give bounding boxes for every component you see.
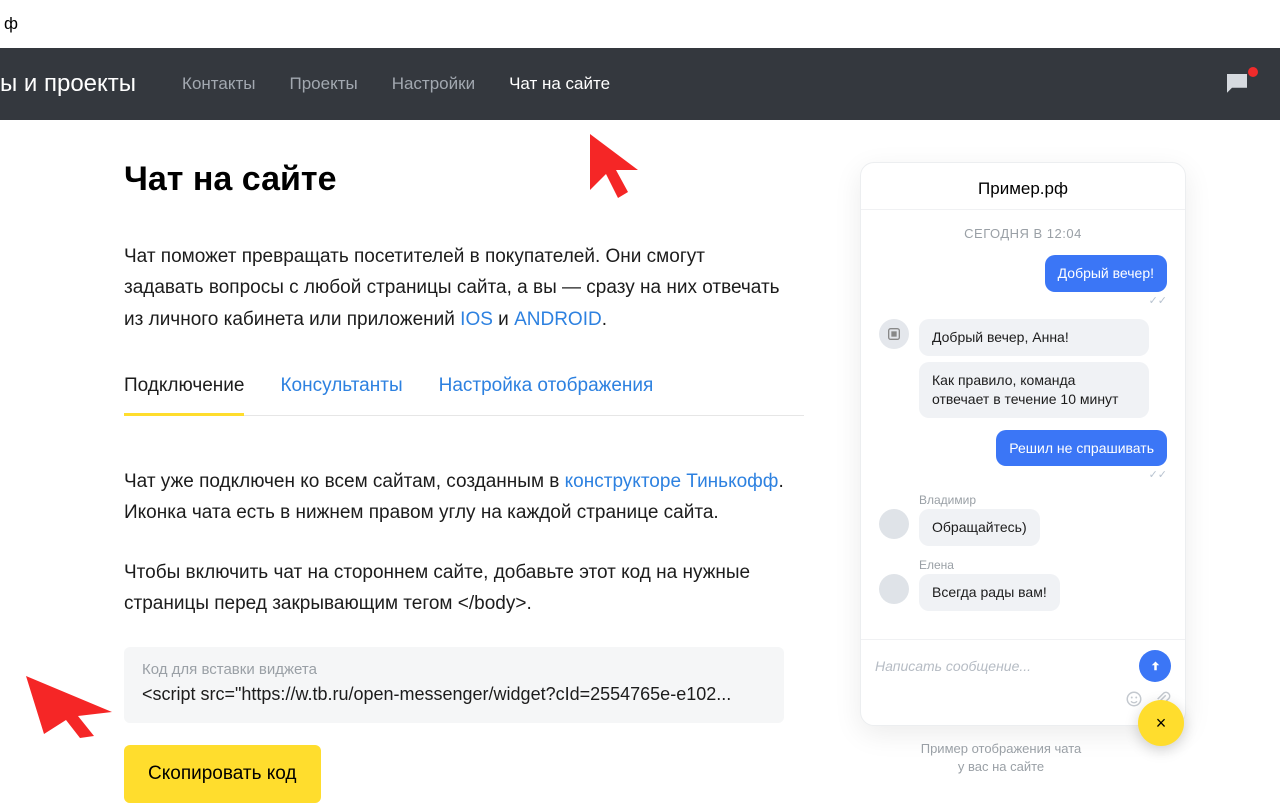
bubble-in: Обращайтесь) xyxy=(919,509,1040,546)
brand-suffix-text: ф xyxy=(4,14,18,34)
page-title: Чат на сайте xyxy=(124,160,804,199)
notification-dot-icon xyxy=(1248,67,1258,77)
send-button[interactable] xyxy=(1139,650,1171,682)
preview-date: СЕГОДНЯ В 12:04 xyxy=(879,226,1167,241)
close-icon: × xyxy=(1156,713,1167,734)
navbar: ы и проекты Контакты Проекты Настройки Ч… xyxy=(0,48,1280,120)
close-widget-button[interactable]: × xyxy=(1138,700,1184,746)
preview-header: Пример.рф xyxy=(861,163,1185,210)
agent-message: Всегда рады вам! xyxy=(879,574,1167,611)
nav-section-title: ы и проекты xyxy=(0,70,136,98)
chat-preview: Пример.рф СЕГОДНЯ В 12:04 Добрый вечер! … xyxy=(860,162,1186,726)
tab-connection[interactable]: Подключение xyxy=(124,375,244,416)
messages-icon[interactable] xyxy=(1222,69,1256,99)
tabs: Подключение Консультанты Настройка отобр… xyxy=(124,375,804,416)
embed-code-box[interactable]: Код для вставки виджета <script src="htt… xyxy=(124,647,784,723)
brand-suffix: ф xyxy=(0,0,1280,48)
bot-avatar-icon xyxy=(879,319,909,349)
message-out: Решил не спрашивать ✓✓ xyxy=(879,430,1167,482)
emoji-icon[interactable] xyxy=(1125,690,1143,713)
android-link[interactable]: ANDROID xyxy=(514,309,602,330)
bubble-out: Добрый вечер! xyxy=(1045,255,1167,292)
desc-embed: Чтобы включить чат на стороннем сайте, д… xyxy=(124,557,784,620)
tab-consultants[interactable]: Консультанты xyxy=(280,375,402,415)
preview-message-input[interactable] xyxy=(875,658,1139,674)
agent-message: Обращайтесь) xyxy=(879,509,1167,546)
bubble-in: Добрый вечер, Анна! xyxy=(919,319,1149,356)
preview-input-area xyxy=(861,639,1185,725)
sender-name: Елена xyxy=(919,558,1167,572)
message-out: Добрый вечер! ✓✓ xyxy=(879,255,1167,307)
ios-link[interactable]: IOS xyxy=(460,309,493,330)
copy-code-button[interactable]: Скопировать код xyxy=(124,745,321,803)
nav-item-projects[interactable]: Проекты xyxy=(289,74,357,94)
person-avatar-icon xyxy=(879,574,909,604)
lead-text: Чат поможет превращать посетителей в пок… xyxy=(124,246,780,330)
nav-item-settings[interactable]: Настройки xyxy=(392,74,475,94)
nav-item-chat[interactable]: Чат на сайте xyxy=(509,74,610,94)
bubble-in: Всегда рады вам! xyxy=(919,574,1060,611)
read-ticks-icon: ✓✓ xyxy=(1149,294,1167,307)
codebox-label: Код для вставки виджета xyxy=(142,661,766,678)
bubble-out: Решил не спрашивать xyxy=(996,430,1167,467)
sender-name: Владимир xyxy=(919,493,1167,507)
bubble-in: Как правило, команда отвечает в течение … xyxy=(919,362,1149,418)
person-avatar-icon xyxy=(879,509,909,539)
tab-display-settings[interactable]: Настройка отображения xyxy=(439,375,654,415)
desc-constructor: Чат уже подключен ко всем сайтам, создан… xyxy=(124,466,784,529)
constructor-link[interactable]: конструкторе Тинькофф xyxy=(565,471,779,492)
read-ticks-icon: ✓✓ xyxy=(1149,468,1167,481)
bot-message-block: Добрый вечер, Анна! Как правило, команда… xyxy=(879,319,1167,418)
page-lead: Чат поможет превращать посетителей в пок… xyxy=(124,241,784,335)
nav-item-contacts[interactable]: Контакты xyxy=(182,74,255,94)
preview-caption: Пример отображения чата у вас на сайте xyxy=(860,740,1186,776)
codebox-content: <script src="https://w.tb.ru/open-messen… xyxy=(142,684,766,705)
